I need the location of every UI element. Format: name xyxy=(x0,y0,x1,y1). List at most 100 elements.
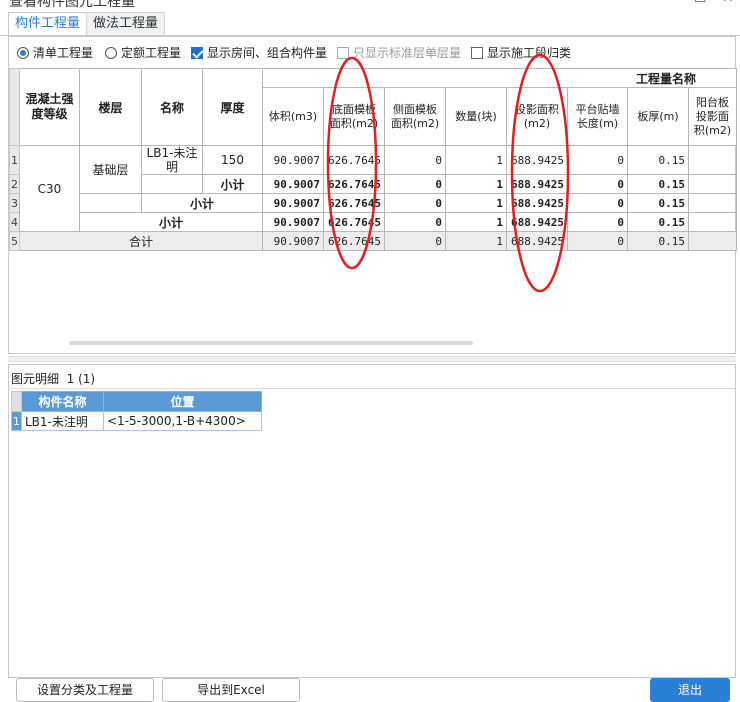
cell-name[interactable]: LB1-未注明 xyxy=(141,145,203,175)
cell-total-label[interactable]: 合计 xyxy=(19,231,263,251)
radio-unselected-icon[interactable] xyxy=(105,47,117,59)
cell-side-formwork[interactable]: 0 xyxy=(384,174,446,194)
table-row-subtotal-name[interactable]: 3 小计 90.9007 626.7645 0 1 688.9425 0 0.1… xyxy=(9,193,737,213)
checkbox-standard-floor[interactable]: 只显示标准层单层量 xyxy=(337,44,461,62)
maximize-icon[interactable]: ☐ xyxy=(694,0,707,6)
cell-volume[interactable]: 90.9007 xyxy=(262,174,324,194)
cell-slab-thickness[interactable]: 0.15 xyxy=(627,231,689,251)
cell-platform[interactable]: 0 xyxy=(567,145,628,175)
cell-bottom-formwork[interactable]: 626.7645 xyxy=(323,174,385,194)
minimize-icon[interactable]: — xyxy=(665,0,679,6)
row-number: 3 xyxy=(9,193,20,213)
cell-volume[interactable]: 90.9007 xyxy=(262,145,324,175)
cell-side-formwork[interactable]: 0 xyxy=(384,145,446,175)
cell-slab-thickness[interactable]: 0.15 xyxy=(627,193,689,213)
detail-cell-position[interactable]: <1-5-3000,1-B+4300> xyxy=(103,411,262,431)
panel-splitter[interactable] xyxy=(8,356,736,362)
cell-floor[interactable]: 基础层 xyxy=(79,145,142,194)
cell-platform[interactable]: 0 xyxy=(567,212,628,232)
cell-count[interactable]: 1 xyxy=(445,193,507,213)
cell-slab-thickness[interactable]: 0.15 xyxy=(627,212,689,232)
cell-platform[interactable]: 0 xyxy=(567,231,628,251)
cell-projection[interactable]: 688.9425 xyxy=(506,231,568,251)
cell-volume[interactable]: 90.9007 xyxy=(262,193,324,213)
export-excel-button[interactable]: 导出到Excel xyxy=(162,678,300,702)
col-header-volume[interactable]: 体积(m3) xyxy=(262,87,324,146)
close-icon[interactable]: ✕ xyxy=(722,0,734,6)
cell-balcony[interactable] xyxy=(688,212,737,232)
detail-row[interactable]: 1 LB1-未注明 <1-5-3000,1-B+4300> xyxy=(11,411,262,431)
cell-floor-empty[interactable] xyxy=(79,193,142,213)
cell-side-formwork[interactable]: 0 xyxy=(384,193,446,213)
cell-volume[interactable]: 90.9007 xyxy=(262,212,324,232)
detail-col-header-position[interactable]: 位置 xyxy=(103,391,262,412)
col-header-grade[interactable]: 混凝土强度等级 xyxy=(19,68,80,146)
cell-side-formwork[interactable]: 0 xyxy=(384,231,446,251)
detail-divider xyxy=(9,388,735,389)
cell-balcony[interactable] xyxy=(688,174,737,194)
col-header-platform[interactable]: 平台贴墙长度(m) xyxy=(567,87,628,146)
checkbox-show-room[interactable]: 显示房间、组合构件量 xyxy=(191,44,327,62)
cell-grade[interactable]: C30 xyxy=(19,145,80,232)
cell-projection[interactable]: 688.9425 xyxy=(506,174,568,194)
cell-subtotal-label[interactable]: 小计 xyxy=(141,193,263,213)
cell-name-empty[interactable] xyxy=(141,174,203,194)
row-number: 2 xyxy=(9,174,20,194)
cell-subtotal-label[interactable]: 小计 xyxy=(79,212,263,232)
radio-selected-icon[interactable] xyxy=(17,47,29,59)
col-header-slab-thickness[interactable]: 板厚(m) xyxy=(627,87,689,146)
cell-bottom-formwork[interactable]: 626.7645 xyxy=(323,193,385,213)
col-header-bottom-formwork[interactable]: 底面模板面积(m2) xyxy=(323,87,385,146)
exit-button[interactable]: 退出 xyxy=(650,678,730,702)
tab-component-quantity[interactable]: 构件工程量 xyxy=(8,12,88,36)
tab-method-quantity[interactable]: 做法工程量 xyxy=(86,12,166,36)
cell-bottom-formwork[interactable]: 626.7645 xyxy=(323,231,385,251)
col-header-projection[interactable]: 投影面积(m2) xyxy=(506,87,568,146)
cell-side-formwork[interactable]: 0 xyxy=(384,212,446,232)
cell-thickness[interactable]: 150 xyxy=(202,145,263,175)
checkbox-disabled-icon[interactable] xyxy=(337,47,349,59)
checkbox-checked-icon[interactable] xyxy=(191,47,203,59)
table-row[interactable]: 1 C30 基础层 LB1-未注明 150 90.9007 626.7645 0… xyxy=(9,145,737,232)
cell-balcony[interactable] xyxy=(688,231,737,251)
checkbox-construction-stage[interactable]: 显示施工段归类 xyxy=(471,44,571,62)
cell-count[interactable]: 1 xyxy=(445,174,507,194)
cell-projection[interactable]: 688.9425 xyxy=(506,145,568,175)
cell-platform[interactable]: 0 xyxy=(567,193,628,213)
cell-count[interactable]: 1 xyxy=(445,145,507,175)
cell-bottom-formwork[interactable]: 626.7645 xyxy=(323,145,385,175)
col-header-side-formwork[interactable]: 侧面模板面积(m2) xyxy=(384,87,446,146)
cell-balcony[interactable] xyxy=(688,193,737,213)
col-header-name[interactable]: 名称 xyxy=(141,68,203,146)
cell-volume[interactable]: 90.9007 xyxy=(262,231,324,251)
col-header-balcony[interactable]: 阳台板投影面积(m2) xyxy=(688,87,737,146)
cell-count[interactable]: 1 xyxy=(445,231,507,251)
radio-quota-quantity[interactable]: 定额工程量 xyxy=(105,44,181,62)
cell-projection[interactable]: 688.9425 xyxy=(506,212,568,232)
cell-slab-thickness[interactable]: 0.15 xyxy=(627,145,689,175)
settings-button[interactable]: 设置分类及工程量 xyxy=(16,678,154,702)
detail-table: 构件名称 位置 1 LB1-未注明 <1-5-3000,1-B+4300> xyxy=(11,391,262,431)
cell-count[interactable]: 1 xyxy=(445,212,507,232)
detail-col-header-name[interactable]: 构件名称 xyxy=(21,391,104,412)
detail-title-label: 图元明细 xyxy=(11,372,60,386)
window-titlebar: 查看构件图元工程量 — ☐ ✕ xyxy=(0,0,740,10)
horizontal-scrollbar[interactable] xyxy=(69,341,473,345)
radio-list-quantity[interactable]: 清单工程量 xyxy=(17,44,93,62)
cell-projection[interactable]: 688.9425 xyxy=(506,193,568,213)
col-header-floor[interactable]: 楼层 xyxy=(79,68,142,146)
cell-platform[interactable]: 0 xyxy=(567,174,628,194)
quantity-panel: 清单工程量 定额工程量 显示房间、组合构件量 只显示标准层单层量 显示施工段归类… xyxy=(8,36,737,354)
cell-bottom-formwork[interactable]: 626.7645 xyxy=(323,212,385,232)
cell-balcony[interactable] xyxy=(688,145,737,175)
detail-title: 图元明细 1 (1) xyxy=(11,370,95,387)
checkbox-unchecked-icon[interactable] xyxy=(471,47,483,59)
table-row-total[interactable]: 5 合计 90.9007 626.7645 0 1 688.9425 0 0.1… xyxy=(9,231,737,251)
cell-subtotal-label[interactable]: 小计 xyxy=(202,174,263,194)
col-header-thickness[interactable]: 厚度 xyxy=(202,68,263,146)
table-row-subtotal-floor[interactable]: 4 小计 90.9007 626.7645 0 1 688.9425 0 0.1… xyxy=(9,212,737,232)
cell-slab-thickness[interactable]: 0.15 xyxy=(627,174,689,194)
col-header-count[interactable]: 数量(块) xyxy=(445,87,507,146)
detail-cell-name[interactable]: LB1-未注明 xyxy=(21,411,104,431)
detail-header-corner xyxy=(11,391,22,412)
